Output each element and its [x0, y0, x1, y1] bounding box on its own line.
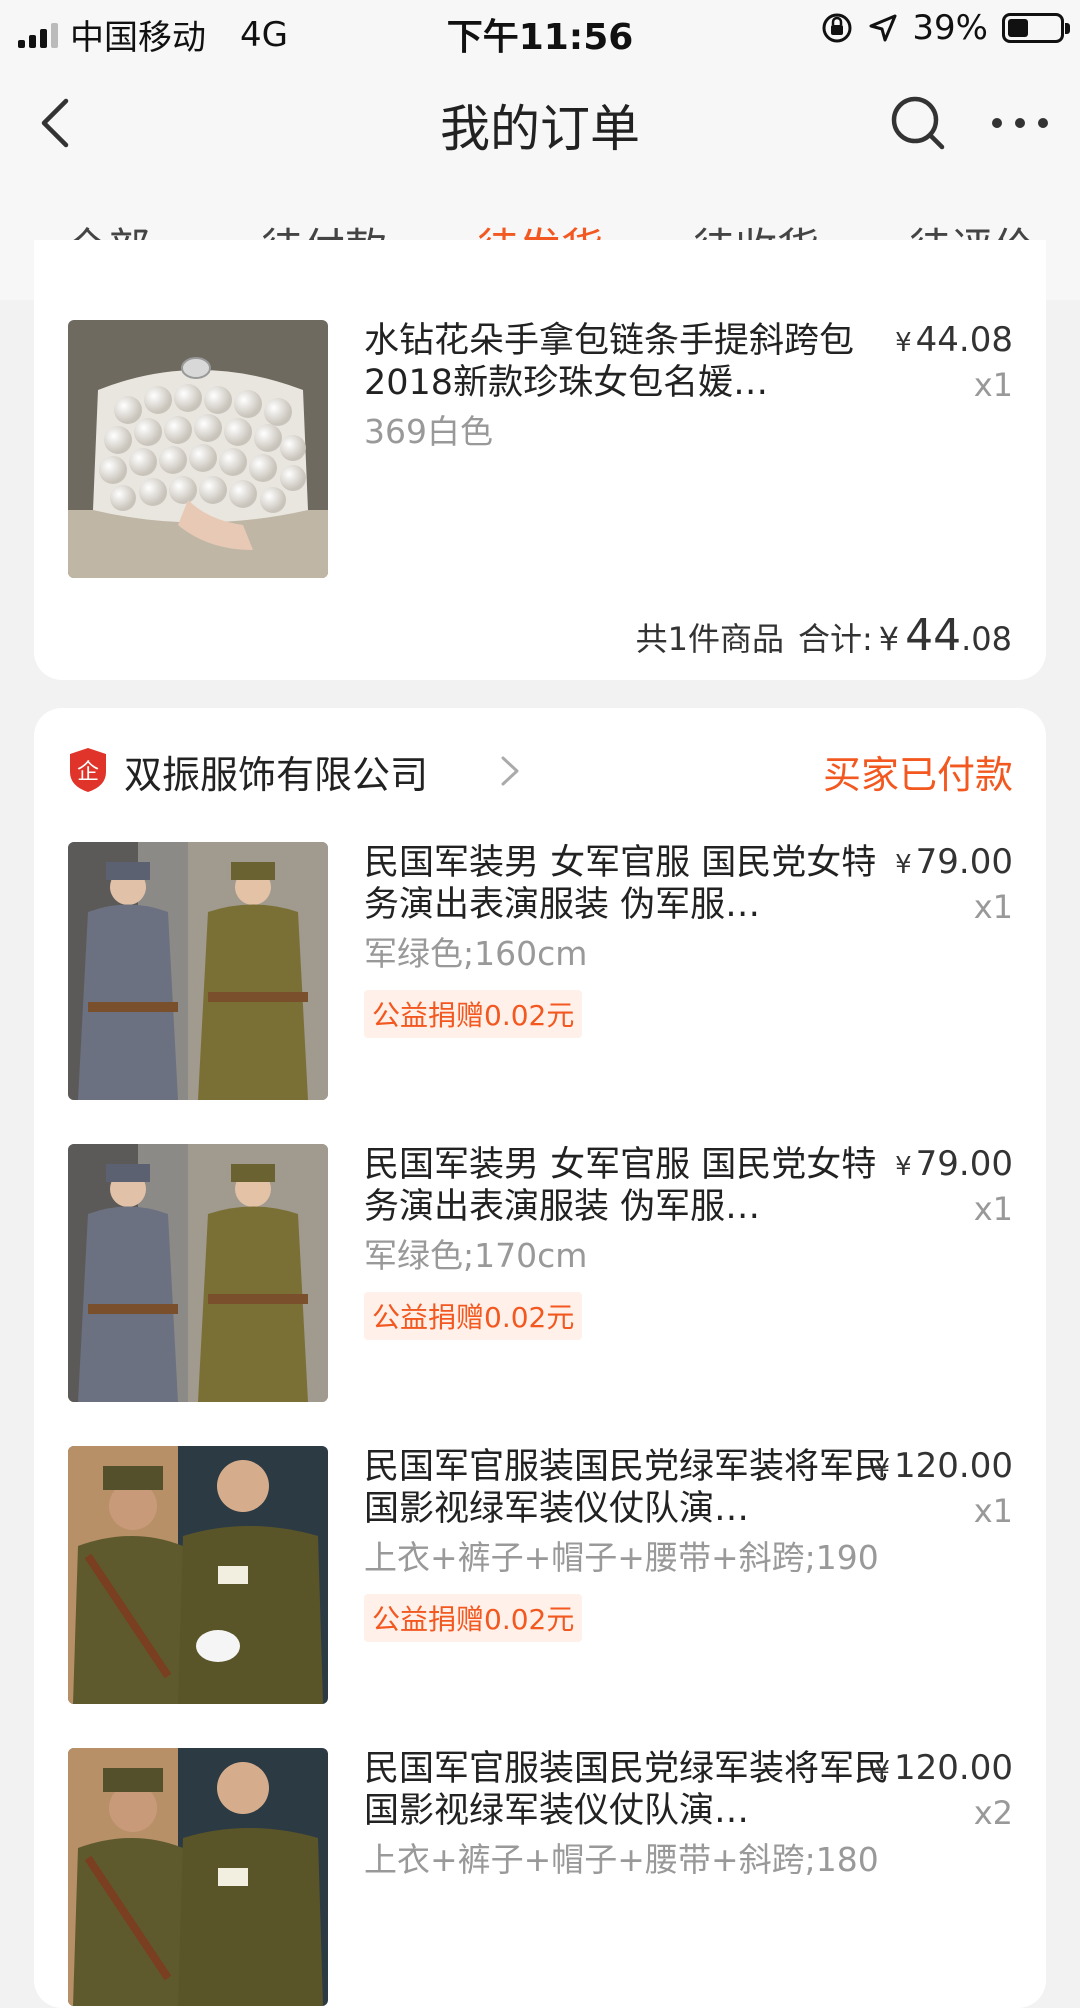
- product-qty: x1: [973, 366, 1013, 404]
- product-sku: 军绿色;160cm: [364, 934, 588, 973]
- shop-name[interactable]: 双振服饰有限公司: [124, 744, 428, 799]
- product-name[interactable]: 水钻花朵手拿包链条手提斜跨包2018新款珍珠女包名媛…: [364, 320, 894, 404]
- price-value: 120.00: [894, 1446, 1013, 1486]
- currency-symbol: ¥: [873, 1454, 891, 1484]
- order-item[interactable]: 民国军官服装国民党绿军装将军民国影视绿军装仪仗队演… 上衣+裤子+帽子+腰带+斜…: [68, 1748, 1013, 2008]
- currency-symbol: ¥: [873, 1756, 891, 1786]
- product-qty: x2: [973, 1794, 1013, 1832]
- nav-bar: 我的订单: [0, 75, 1080, 170]
- order-item[interactable]: 民国军官服装国民党绿军装将军民国影视绿军装仪仗队演… 上衣+裤子+帽子+腰带+斜…: [68, 1446, 1013, 1706]
- product-sku: 369白色: [364, 412, 493, 451]
- enterprise-badge-text: 企: [77, 760, 99, 785]
- location-arrow-icon: [869, 14, 897, 42]
- shop-header[interactable]: 企 双振服饰有限公司 买家已付款: [68, 740, 1013, 800]
- chevron-right-icon[interactable]: [498, 754, 522, 788]
- total-integer: 44: [905, 610, 962, 661]
- battery-percent: 39%: [912, 8, 988, 48]
- item-count: 共1件商品: [635, 620, 784, 658]
- product-price: ¥44.08: [895, 320, 1013, 360]
- order-item[interactable]: 民国军装男 女军官服 国民党女特务演出表演服装 伪军服… 军绿色;170cm 公…: [68, 1144, 1013, 1404]
- product-image-clutch[interactable]: [68, 320, 328, 578]
- product-image-uniform-female[interactable]: [68, 1144, 328, 1402]
- price-value: 120.00: [894, 1748, 1013, 1788]
- order-status: 买家已付款: [822, 753, 1013, 797]
- more-icon[interactable]: [985, 93, 1055, 153]
- product-sku: 上衣+裤子+帽子+腰带+斜跨;180: [364, 1840, 879, 1879]
- battery-icon: [1002, 13, 1070, 43]
- total-decimal: .08: [961, 620, 1012, 658]
- product-sku: 上衣+裤子+帽子+腰带+斜跨;190: [364, 1538, 879, 1577]
- order-card[interactable]: 企 双振服饰有限公司 买家已付款 民国军装男 女军官服 国民党女特务演出表演服装…: [34, 708, 1046, 2008]
- price-value: 79.00: [915, 842, 1013, 882]
- product-image-uniform-female[interactable]: [68, 842, 328, 1100]
- order-total: 共1件商品 合计: ¥ 44 .08: [636, 610, 1012, 661]
- battery-fill: [1008, 19, 1028, 37]
- charity-tag: 公益捐赠0.02元: [364, 990, 583, 1038]
- product-price: ¥120.00: [873, 1446, 1013, 1486]
- product-price: ¥120.00: [873, 1748, 1013, 1788]
- product-sku: 军绿色;170cm: [364, 1236, 588, 1275]
- charity-tag: 公益捐赠0.02元: [364, 1594, 583, 1642]
- order-item[interactable]: 民国军装男 女军官服 国民党女特务演出表演服装 伪军服… 军绿色;160cm 公…: [68, 842, 1013, 1102]
- rotation-lock-icon: [822, 13, 852, 43]
- charity-tag: 公益捐赠0.02元: [364, 1292, 583, 1340]
- search-icon[interactable]: [888, 93, 948, 153]
- order-item[interactable]: 水钻花朵手拿包链条手提斜跨包2018新款珍珠女包名媛… 369白色 ¥44.08…: [68, 320, 1013, 580]
- price-value: 79.00: [915, 1144, 1013, 1184]
- currency-symbol: ¥: [895, 328, 912, 358]
- product-price: ¥79.00: [895, 1144, 1013, 1184]
- product-image-uniform-officer[interactable]: [68, 1748, 328, 2006]
- status-bar: 中国移动 4G 下午11:56 39%: [0, 0, 1080, 60]
- price-value: 44.08: [915, 320, 1013, 360]
- product-qty: x1: [973, 888, 1013, 926]
- product-qty: x1: [973, 1190, 1013, 1228]
- product-price: ¥79.00: [895, 842, 1013, 882]
- product-name[interactable]: 民国军官服装国民党绿军装将军民国影视绿军装仪仗队演…: [364, 1446, 894, 1530]
- sum-label: 合计:: [797, 620, 873, 658]
- product-name[interactable]: 民国军装男 女军官服 国民党女特务演出表演服装 伪军服…: [364, 1144, 894, 1228]
- product-name[interactable]: 民国军官服装国民党绿军装将军民国影视绿军装仪仗队演…: [364, 1748, 894, 1832]
- enterprise-shop-icon: 企: [70, 748, 106, 792]
- currency-symbol: ¥: [895, 850, 912, 880]
- product-image-uniform-officer[interactable]: [68, 1446, 328, 1704]
- currency-symbol: ¥: [878, 620, 900, 658]
- product-qty: x1: [973, 1492, 1013, 1530]
- currency-symbol: ¥: [895, 1152, 912, 1182]
- product-name[interactable]: 民国军装男 女军官服 国民党女特务演出表演服装 伪军服…: [364, 842, 894, 926]
- order-card[interactable]: 水钻花朵手拿包链条手提斜跨包2018新款珍珠女包名媛… 369白色 ¥44.08…: [34, 240, 1046, 680]
